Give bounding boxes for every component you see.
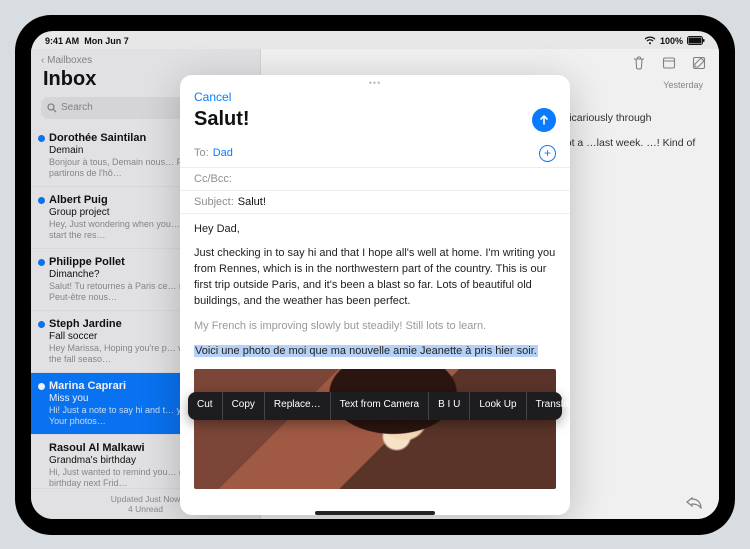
cancel-button[interactable]: Cancel: [194, 90, 231, 104]
trash-icon[interactable]: [631, 55, 647, 71]
home-indicator[interactable]: [315, 511, 435, 515]
context-menu: CutCopyReplace…Text from CameraB I ULook…: [188, 392, 562, 420]
selected-text[interactable]: Voici une photo de moi que ma nouvelle a…: [194, 345, 538, 357]
unread-dot: [38, 135, 45, 142]
compose-body[interactable]: Hey Dad, Just checking in to say hi and …: [180, 214, 570, 515]
archive-icon[interactable]: [661, 55, 677, 71]
status-bar: 9:41 AM Mon Jun 7 100%: [31, 31, 719, 49]
subject-field[interactable]: Subject: Salut!: [180, 191, 570, 214]
context-menu-item[interactable]: Look Up: [470, 392, 526, 420]
search-icon: [47, 103, 57, 113]
search-placeholder: Search: [61, 102, 93, 113]
context-menu-item[interactable]: Replace…: [265, 392, 331, 420]
battery-icon: [687, 36, 705, 45]
compose-icon[interactable]: [691, 55, 707, 71]
context-menu-item[interactable]: Translate: [527, 392, 570, 420]
attached-photo[interactable]: [194, 369, 556, 489]
compose-sheet: ••• Cancel Salut! To: Dad + Cc/Bcc: Subj…: [180, 75, 570, 515]
battery-percent: 100%: [660, 36, 683, 46]
compose-title: Salut!: [194, 108, 250, 131]
ccbcc-field[interactable]: Cc/Bcc:: [180, 168, 570, 191]
wifi-icon: [644, 36, 656, 45]
unread-dot: [38, 383, 45, 390]
status-time: 9:41 AM: [45, 36, 79, 46]
detail-timestamp: Yesterday: [663, 79, 703, 93]
add-recipient-icon[interactable]: +: [539, 145, 556, 162]
to-field[interactable]: To: Dad +: [180, 140, 570, 168]
unread-dot: [38, 197, 45, 204]
status-date: Mon Jun 7: [84, 36, 129, 46]
reply-icon[interactable]: [685, 495, 703, 509]
unread-dot: [38, 321, 45, 328]
send-button[interactable]: [532, 108, 556, 132]
back-mailboxes[interactable]: ‹ Mailboxes: [31, 49, 260, 66]
context-menu-item[interactable]: Text from Camera: [331, 392, 429, 420]
context-menu-item[interactable]: Cut: [188, 392, 223, 420]
unread-dot: [38, 259, 45, 266]
grab-handle[interactable]: •••: [180, 75, 570, 88]
context-menu-item[interactable]: Copy: [223, 392, 265, 420]
context-menu-item[interactable]: B I U: [429, 392, 470, 420]
